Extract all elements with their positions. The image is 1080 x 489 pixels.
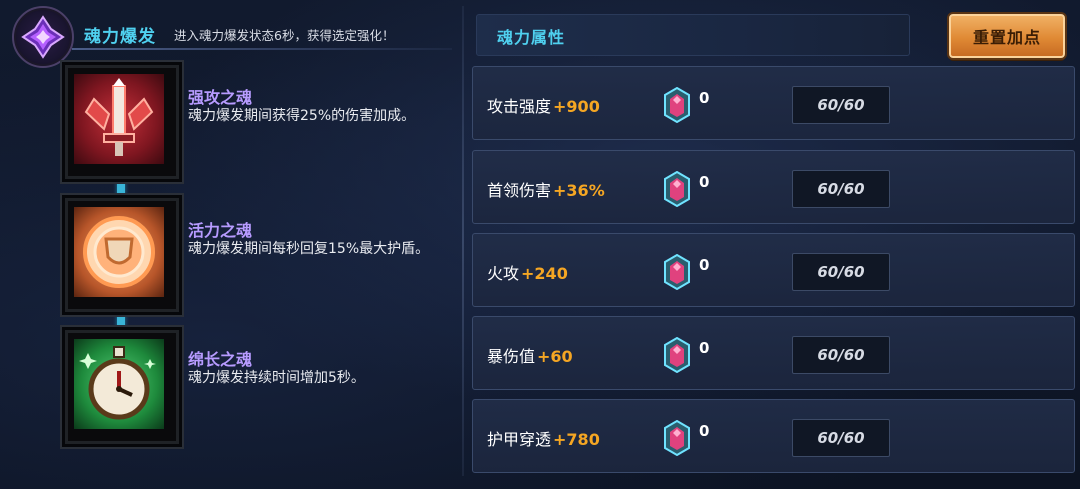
attribute-bonus: +900: [553, 97, 600, 116]
attribute-bonus: +780: [553, 430, 600, 449]
shield-emblem-icon: [83, 216, 155, 288]
soul-gem-icon: [664, 420, 690, 456]
gem-count: 0: [699, 173, 710, 191]
gem-count: 0: [699, 89, 710, 107]
attribute-row: 暴伤值 +60 0 60/60: [472, 316, 1075, 390]
soul-description-duration: 魂力爆发持续时间增加5秒。: [188, 370, 365, 386]
attribute-level[interactable]: 60/60: [792, 86, 890, 124]
attribute-row: 攻击强度 +900 0 60/60: [472, 66, 1075, 140]
soul-name-vitality: 活力之魂: [188, 221, 253, 240]
soul-gem-icon: [664, 337, 690, 373]
burst-description: 进入魂力爆发状态6秒，获得选定强化！: [174, 28, 395, 43]
soul-name-duration: 绵长之魂: [188, 350, 253, 369]
attribute-row: 火攻 +240 0 60/60: [472, 233, 1075, 307]
attribute-label: 攻击强度 +900: [487, 97, 600, 116]
attribute-row: 首领伤害 +36% 0 60/60: [472, 150, 1075, 224]
soul-gem-icon: [664, 171, 690, 207]
attribute-row: 护甲穿透 +780 0 60/60: [472, 399, 1075, 473]
burst-title: 魂力爆发: [84, 27, 156, 47]
attribute-bonus: +60: [537, 347, 573, 366]
attribute-level[interactable]: 60/60: [792, 336, 890, 374]
soul-gem-icon: [664, 254, 690, 290]
attribute-label: 火攻 +240: [487, 264, 568, 283]
soul-name-attack: 强攻之魂: [188, 88, 253, 107]
soul-description-attack: 魂力爆发期间获得25%的伤害加成。: [188, 108, 416, 124]
attribute-label: 护甲穿透 +780: [487, 430, 600, 449]
attribute-level[interactable]: 60/60: [792, 419, 890, 457]
red-sword-icon: [84, 78, 154, 156]
attribute-level[interactable]: 60/60: [792, 253, 890, 291]
soul-gem-icon: [664, 87, 690, 123]
soul-slot-attack[interactable]: [65, 65, 179, 179]
attribute-label: 暴伤值 +60: [487, 347, 573, 366]
gem-count: 0: [699, 422, 710, 440]
attribute-label: 首领伤害 +36%: [487, 181, 605, 200]
stopwatch-icon: [79, 346, 156, 420]
attributes-title: 魂力属性: [497, 28, 566, 47]
game-screen: 魂力爆发 进入魂力爆发状态6秒，获得选定强化！ 强攻之魂 魂力爆发期间获得25%…: [0, 0, 1080, 489]
attribute-bonus: +240: [521, 264, 568, 283]
soul-slot-duration[interactable]: [65, 330, 179, 444]
gem-count: 0: [699, 256, 710, 274]
attribute-bonus: +36%: [553, 181, 605, 200]
panel-divider: [462, 6, 464, 476]
gem-count: 0: [699, 339, 710, 357]
header-divider: [72, 48, 452, 50]
soul-burst-emblem-icon: [12, 6, 74, 68]
soul-slot-vitality[interactable]: [65, 198, 179, 312]
reset-points-button[interactable]: 重置加点: [949, 14, 1065, 58]
soul-description-vitality: 魂力爆发期间每秒回复15%最大护盾。: [188, 241, 430, 257]
attribute-level[interactable]: 60/60: [792, 170, 890, 208]
